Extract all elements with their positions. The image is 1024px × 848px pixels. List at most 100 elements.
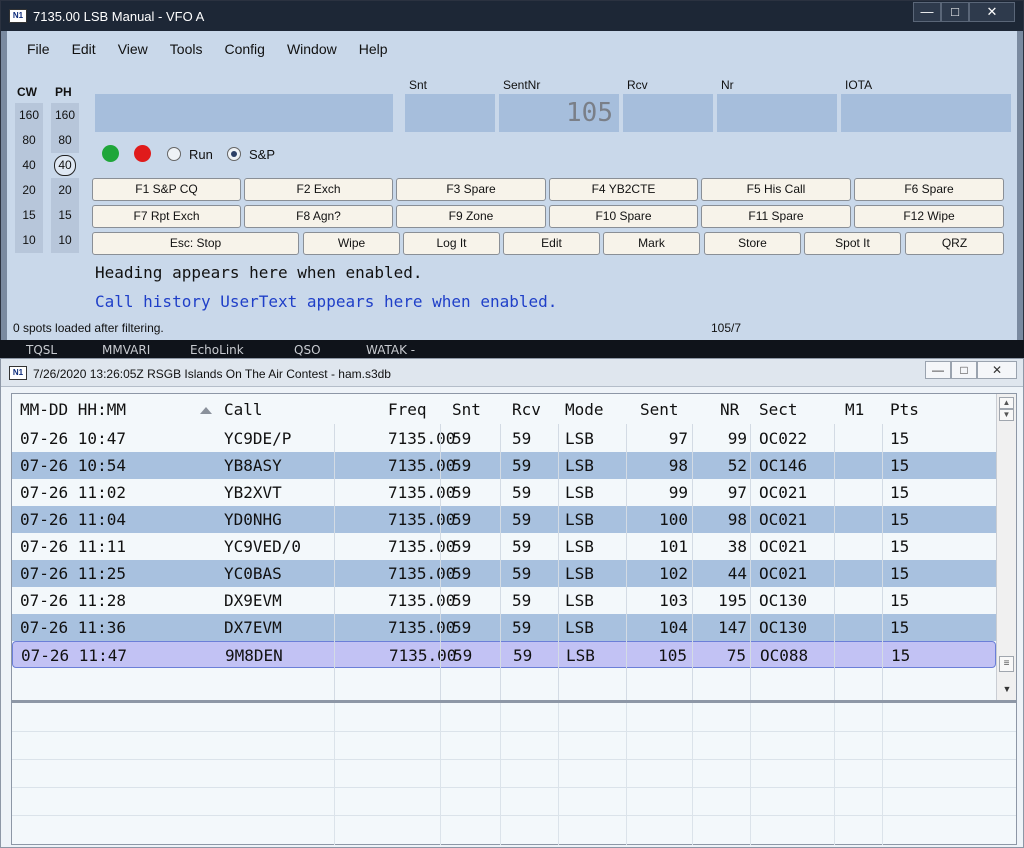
table-row[interactable]: 07-26 11:28 DX9EVM 7135.00 59 59 LSB 103 195 OC1… <box>12 587 996 614</box>
cell-nr: 99 <box>727 429 747 448</box>
f12-button[interactable]: F12 Wipe <box>854 205 1004 228</box>
cw-band-20[interactable]: 20 <box>15 178 43 203</box>
table-row[interactable]: 07-26 11:11 YC9VED/0 7135.00 59 59 LSB 101 38 OC… <box>12 533 996 560</box>
f1-button[interactable]: F1 S&P CQ <box>92 178 241 201</box>
menu-config[interactable]: Config <box>224 41 264 57</box>
log-it-button[interactable]: Log It <box>403 232 500 255</box>
menu-help[interactable]: Help <box>359 41 388 57</box>
menu-view[interactable]: View <box>118 41 148 57</box>
f6-button[interactable]: F6 Spare <box>854 178 1004 201</box>
ph-band-10[interactable]: 10 <box>51 228 79 253</box>
col-call[interactable]: Call <box>224 396 263 423</box>
close-icon[interactable]: ✕ <box>969 2 1015 22</box>
menu-tools[interactable]: Tools <box>170 41 203 57</box>
log-vertical-scrollbar[interactable]: ▲ ▼ ≡ ▼ <box>996 394 1016 700</box>
cell-nr: 38 <box>727 537 747 556</box>
spot-it-button[interactable]: Spot It <box>804 232 901 255</box>
col-mode[interactable]: Mode <box>565 396 604 423</box>
ph-band-80[interactable]: 80 <box>51 128 79 153</box>
scroll-thumb-icon[interactable]: ≡ <box>999 656 1014 672</box>
col-rcv[interactable]: Rcv <box>512 396 541 423</box>
minimize-icon[interactable]: — <box>925 361 951 379</box>
ph-band-15[interactable]: 15 <box>51 203 79 228</box>
cell-rcv: 59 <box>512 456 532 475</box>
menu-window[interactable]: Window <box>287 41 337 57</box>
log-header-row: MM-DD HH:MM Call Freq Snt Rcv Mode Sent … <box>12 396 996 423</box>
call-field[interactable] <box>95 94 393 132</box>
cw-band-80[interactable]: 80 <box>15 128 43 153</box>
snt-field[interactable] <box>405 94 495 132</box>
table-row[interactable]: 07-26 11:04 YD0NHG 7135.00 59 59 LSB 100 98 OC02… <box>12 506 996 533</box>
col-pts[interactable]: Pts <box>890 396 919 423</box>
restore-icon[interactable]: □ <box>951 361 977 379</box>
col-datetime[interactable]: MM-DD HH:MM <box>20 396 126 423</box>
cell-sent: 103 <box>659 591 688 610</box>
cell-pts: 15 <box>891 646 911 665</box>
taskbar-item[interactable]: MMVARI <box>102 343 150 357</box>
cell-sect: OC021 <box>759 537 808 556</box>
f2-button[interactable]: F2 Exch <box>244 178 393 201</box>
close-icon[interactable]: ✕ <box>977 361 1017 379</box>
f7-button[interactable]: F7 Rpt Exch <box>92 205 241 228</box>
snt-label: Snt <box>409 78 428 92</box>
minimize-icon[interactable]: — <box>913 2 941 22</box>
f11-button[interactable]: F11 Spare <box>701 205 851 228</box>
f8-button[interactable]: F8 Agn? <box>244 205 393 228</box>
cw-band-10[interactable]: 10 <box>15 228 43 253</box>
sp-radio[interactable] <box>227 147 241 161</box>
sentnr-field[interactable]: 105 <box>499 94 619 132</box>
f3-button[interactable]: F3 Spare <box>396 178 546 201</box>
table-row[interactable]: 07-26 10:54 YB8ASY 7135.00 59 59 LSB 98 52 OC146… <box>12 452 996 479</box>
rcv-field[interactable] <box>623 94 713 132</box>
entry-titlebar[interactable]: N1 7135.00 LSB Manual - VFO A — □ ✕ <box>1 1 1023 31</box>
table-row[interactable]: 07-26 11:02 YB2XVT 7135.00 59 59 LSB 99 97 OC021… <box>12 479 996 506</box>
scroll-bottom-arrow-icon[interactable]: ▼ <box>1000 684 1014 694</box>
iota-field[interactable] <box>841 94 1011 132</box>
esc-stop-button[interactable]: Esc: Stop <box>92 232 299 255</box>
wipe-button[interactable]: Wipe <box>303 232 400 255</box>
cw-band-40[interactable]: 40 <box>15 153 43 178</box>
cell-mode: LSB <box>565 456 594 475</box>
table-row-selected[interactable]: 07-26 11:47 9M8DEN 7135.00 59 59 LSB 105 75 OC08… <box>12 641 996 668</box>
col-m1[interactable]: M1 <box>845 396 864 423</box>
ph-band-40-selected[interactable]: 40 <box>54 155 76 176</box>
cw-band-160[interactable]: 160 <box>15 103 43 128</box>
taskbar-item[interactable]: QSO <box>294 343 321 357</box>
f10-button[interactable]: F10 Spare <box>549 205 698 228</box>
ph-band-160[interactable]: 160 <box>51 103 79 128</box>
f9-button[interactable]: F9 Zone <box>396 205 546 228</box>
col-nr[interactable]: NR <box>720 396 739 423</box>
taskbar-item[interactable]: WATAK - <box>366 343 415 357</box>
log-titlebar[interactable]: N1 7/26/2020 13:26:05Z RSGB Islands On T… <box>1 359 1023 387</box>
store-button[interactable]: Store <box>704 232 801 255</box>
qrz-button[interactable]: QRZ <box>905 232 1004 255</box>
cw-band-15[interactable]: 15 <box>15 203 43 228</box>
scroll-down-icon[interactable]: ▼ <box>999 409 1014 421</box>
f4-button[interactable]: F4 YB2CTE <box>549 178 698 201</box>
nr-field[interactable] <box>717 94 837 132</box>
run-radio[interactable] <box>167 147 181 161</box>
table-row[interactable]: 07-26 11:36 DX7EVM 7135.00 59 59 LSB 104 147 OC1… <box>12 614 996 641</box>
cell-snt: 59 <box>452 618 472 637</box>
entry-window: N1 7135.00 LSB Manual - VFO A — □ ✕ File… <box>0 0 1024 346</box>
cell-sect: OC022 <box>759 429 808 448</box>
maximize-icon[interactable]: □ <box>941 2 969 22</box>
edit-button[interactable]: Edit <box>503 232 600 255</box>
table-row[interactable]: 07-26 10:47 YC9DE/P 7135.00 59 59 LSB 97 99 OC02… <box>12 425 996 452</box>
col-sect[interactable]: Sect <box>759 396 798 423</box>
mark-button[interactable]: Mark <box>603 232 700 255</box>
scroll-up-icon[interactable]: ▲ <box>999 397 1014 409</box>
table-row[interactable]: 07-26 11:25 YC0BAS 7135.00 59 59 LSB 102 44 OC02… <box>12 560 996 587</box>
taskbar-item[interactable]: TQSL <box>26 343 57 357</box>
cell-snt: 59 <box>452 591 472 610</box>
cell-snt: 59 <box>452 483 472 502</box>
col-sent[interactable]: Sent <box>640 396 679 423</box>
menu-file[interactable]: File <box>27 41 50 57</box>
col-freq[interactable]: Freq <box>388 396 427 423</box>
f5-button[interactable]: F5 His Call <box>701 178 851 201</box>
taskbar-item[interactable]: EchoLink <box>190 343 244 357</box>
menu-edit[interactable]: Edit <box>72 41 96 57</box>
ph-band-20[interactable]: 20 <box>51 178 79 203</box>
col-snt[interactable]: Snt <box>452 396 481 423</box>
cell-call: YC0BAS <box>224 564 282 583</box>
